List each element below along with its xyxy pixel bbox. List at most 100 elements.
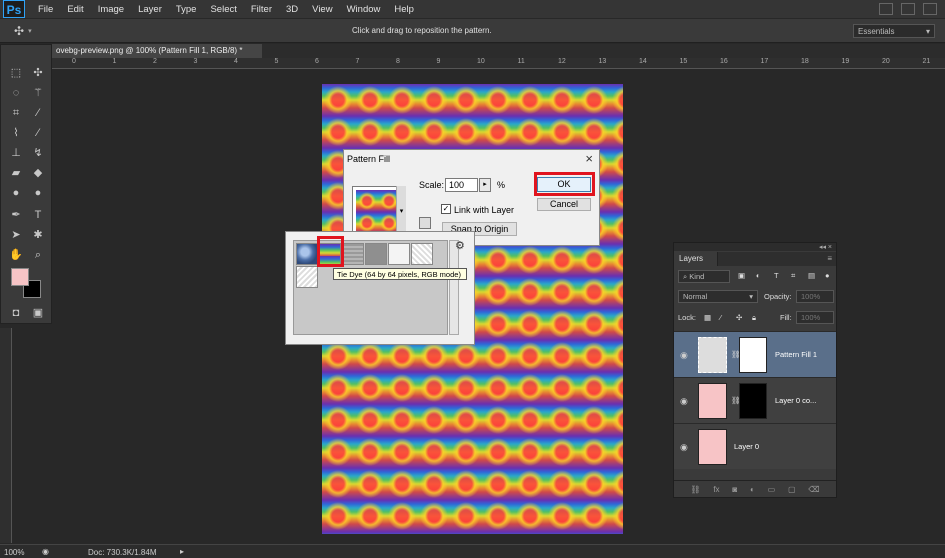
filter-pixel-icon[interactable]: ▣ xyxy=(738,271,745,280)
filter-kind-select[interactable]: ⌕ Kind xyxy=(678,270,730,283)
brush-tool-icon[interactable]: ⁄ xyxy=(29,125,47,141)
zoom-level[interactable]: 100% xyxy=(4,548,24,557)
magic-wand-icon[interactable]: ⚚ xyxy=(29,85,47,101)
paint-bucket-icon[interactable]: ◆ xyxy=(29,165,47,181)
filter-toggle-icon[interactable]: ● xyxy=(825,271,830,280)
menu-image[interactable]: Image xyxy=(91,4,131,15)
trash-icon[interactable]: ⌫ xyxy=(808,485,819,494)
eye-icon[interactable]: ◉ xyxy=(680,396,688,407)
pattern-gray-fibers[interactable] xyxy=(365,243,387,265)
fill-value: 100% xyxy=(801,313,821,322)
menu-select[interactable]: Select xyxy=(203,4,243,15)
link-with-layer-checkbox[interactable]: ✓ xyxy=(441,204,451,214)
ruler-tick-label: 14 xyxy=(639,58,647,65)
pattern-laid-horizontal[interactable] xyxy=(342,243,364,265)
mask-icon[interactable]: ◙ xyxy=(732,485,737,494)
menu-3d[interactable]: 3D xyxy=(279,4,305,15)
scale-stepper-arrow[interactable]: ▸ xyxy=(479,178,491,192)
zoom-tool-icon[interactable]: ⌕ xyxy=(29,247,47,263)
filter-type-icon[interactable]: T xyxy=(774,271,779,280)
pattern-bubbles[interactable] xyxy=(296,243,318,265)
menu-view[interactable]: View xyxy=(305,4,339,15)
move-tool-icon[interactable]: ✣ xyxy=(29,65,47,81)
menu-file[interactable]: File xyxy=(31,4,60,15)
menu-filter[interactable]: Filter xyxy=(244,4,279,15)
history-brush-icon[interactable]: ↯ xyxy=(29,145,47,161)
quick-mask-icon[interactable]: ◘ xyxy=(7,305,25,321)
chevron-down-icon[interactable]: ▾ xyxy=(396,186,406,237)
folder-icon[interactable]: ▭ xyxy=(768,485,776,494)
lock-transparent-icon[interactable]: ▦ xyxy=(704,313,711,322)
ruler-tick-label: 19 xyxy=(841,58,850,65)
clone-stamp-icon[interactable]: ⊥ xyxy=(7,145,25,161)
pen-tool-icon[interactable]: ✒ xyxy=(7,207,25,223)
adjustment-icon[interactable]: ◐ xyxy=(750,485,755,494)
create-preset-icon[interactable] xyxy=(419,217,431,229)
filter-adjustment-icon[interactable]: ◐ xyxy=(756,271,761,280)
maximize-button[interactable] xyxy=(901,3,915,15)
shape-tool-icon[interactable]: ✱ xyxy=(29,227,47,243)
lasso-tool-icon[interactable]: ◌ xyxy=(7,85,25,101)
minimize-button[interactable] xyxy=(879,3,893,15)
eyedropper-icon[interactable]: ⁄ xyxy=(29,105,47,121)
eye-icon[interactable]: ◉ xyxy=(680,350,688,361)
layer-row-pattern-fill-1[interactable]: ◉ ⛓ Pattern Fill 1 xyxy=(674,331,836,377)
blend-mode-select[interactable]: Normal ▾ xyxy=(678,290,758,303)
filter-kind-label: Kind xyxy=(689,272,705,281)
fx-icon[interactable]: fx xyxy=(713,485,719,494)
dodge-tool-icon[interactable]: ● xyxy=(29,185,47,201)
pattern-white[interactable] xyxy=(388,243,410,265)
pattern-silhouette-2[interactable] xyxy=(296,266,318,288)
status-icon[interactable]: ◉ xyxy=(42,547,49,556)
cancel-button[interactable]: Cancel xyxy=(537,198,591,211)
lock-all-icon[interactable]: 🔒︎ xyxy=(752,313,756,323)
layer-row-layer-0[interactable]: ◉ Layer 0 xyxy=(674,423,836,469)
status-menu-arrow-icon[interactable]: ▸ xyxy=(180,547,184,556)
lock-image-icon[interactable]: ⁄ xyxy=(720,313,721,322)
lock-position-icon[interactable]: ✣ xyxy=(736,313,742,322)
link-icon[interactable]: ⛓ xyxy=(690,485,700,494)
tool-preset-dropdown-icon[interactable]: ▾ xyxy=(28,27,32,35)
pattern-silhouette-1[interactable] xyxy=(411,243,433,265)
dialog-title: Pattern Fill xyxy=(347,154,391,164)
blur-tool-icon[interactable]: ● xyxy=(7,185,25,201)
scale-label: Scale: xyxy=(419,180,445,190)
filter-smart-object-icon[interactable]: ▤ xyxy=(808,271,815,280)
hand-tool-icon[interactable]: ✋ xyxy=(7,247,25,263)
close-window-button[interactable] xyxy=(923,3,937,15)
gear-icon[interactable]: ⚙ xyxy=(455,239,465,252)
menu-window[interactable]: Window xyxy=(340,4,388,15)
menu-type[interactable]: Type xyxy=(169,4,204,15)
panel-collapse-icon[interactable]: ◂◂ × xyxy=(674,243,836,251)
new-layer-icon[interactable]: ▢ xyxy=(788,485,796,494)
type-tool-icon[interactable]: T xyxy=(29,207,47,223)
scale-input[interactable]: 100 xyxy=(445,178,478,192)
panel-menu-icon[interactable]: ≡ xyxy=(827,254,832,263)
picker-scrollbar[interactable] xyxy=(449,240,459,335)
opacity-input[interactable]: 100% xyxy=(796,290,834,303)
layers-tab[interactable]: Layers xyxy=(674,252,718,266)
menu-layer[interactable]: Layer xyxy=(131,4,169,15)
opacity-label: Opacity: xyxy=(764,292,792,301)
healing-brush-icon[interactable]: ⌇ xyxy=(7,125,25,141)
ruler-tick-label: 4 xyxy=(234,58,238,65)
filter-shape-icon[interactable]: ⌗ xyxy=(791,271,795,281)
menu-help[interactable]: Help xyxy=(387,4,421,15)
marquee-tool-icon[interactable]: ⬚ xyxy=(7,65,25,81)
foreground-color-swatch[interactable] xyxy=(11,268,29,286)
ruler-tick-label: 3 xyxy=(193,58,198,65)
screen-mode-icon[interactable]: ▣ xyxy=(29,305,47,321)
menu-edit[interactable]: Edit xyxy=(60,4,90,15)
move-tool-icon[interactable]: ✣ xyxy=(14,24,24,38)
ruler-tick-label: 21 xyxy=(922,58,931,65)
document-tab[interactable]: ovebg-preview.png @ 100% (Pattern Fill 1… xyxy=(52,44,262,58)
layers-bottom-bar: ⛓ fx ◙ ◐ ▭ ▢ ⌫ xyxy=(674,480,836,497)
layer-row-layer-0-copy[interactable]: ◉ ⛓ Layer 0 co... xyxy=(674,377,836,423)
workspace-select[interactable]: Essentials ▾ xyxy=(853,24,935,38)
eraser-icon[interactable]: ▰ xyxy=(7,165,25,181)
eye-icon[interactable]: ◉ xyxy=(680,442,688,453)
crop-tool-icon[interactable]: ⌗ xyxy=(7,105,25,121)
fill-input[interactable]: 100% xyxy=(796,311,834,324)
path-selection-icon[interactable]: ➤ xyxy=(7,227,25,243)
close-icon[interactable]: × xyxy=(585,151,593,166)
